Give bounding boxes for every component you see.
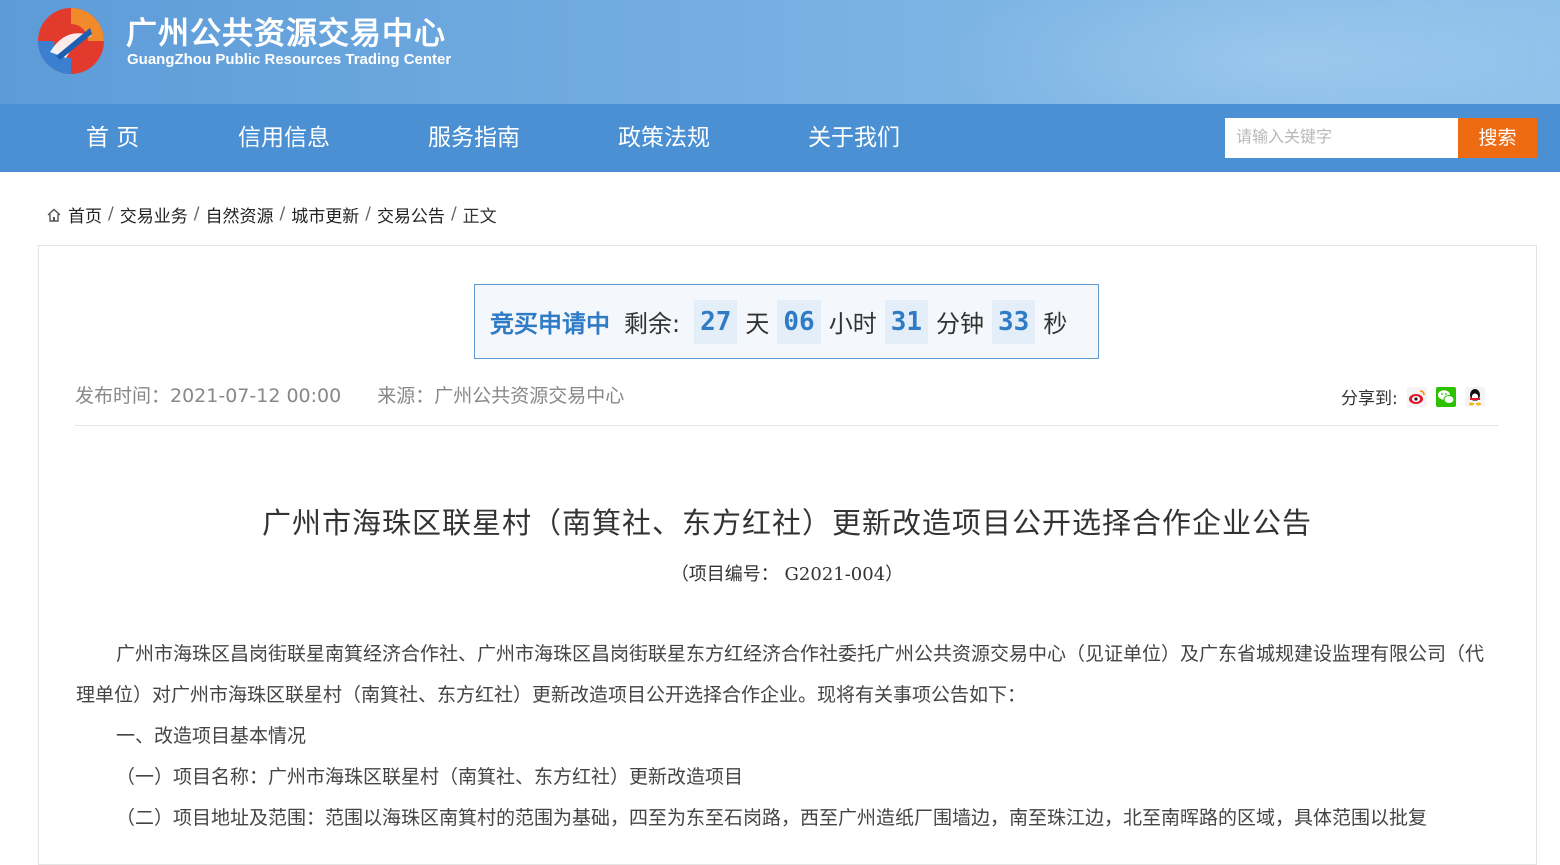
nav-item-home[interactable]: 首 页 bbox=[86, 104, 139, 172]
breadcrumb-urban-renewal[interactable]: 城市更新 bbox=[291, 202, 359, 227]
countdown-days-unit: 天 bbox=[745, 310, 770, 338]
nav-item-about[interactable]: 关于我们 bbox=[808, 104, 900, 172]
site-subtitle: GuangZhou Public Resources Trading Cente… bbox=[127, 51, 452, 68]
breadcrumb-separator: / bbox=[108, 204, 114, 224]
article-source: 来源：广州公共资源交易中心 bbox=[377, 385, 625, 407]
qq-icon[interactable] bbox=[1464, 386, 1485, 407]
project-address-item: （二）项目地址及范围：范围以海珠区南箕村的范围为基础，四至为东至石岗路，西至广州… bbox=[116, 807, 1428, 829]
site-title: 广州公共资源交易中心 bbox=[126, 16, 446, 52]
header-banner: 广州公共资源交易中心 GuangZhou Public Resources Tr… bbox=[0, 0, 1560, 104]
search-input[interactable] bbox=[1225, 118, 1458, 158]
countdown-hours-unit: 小时 bbox=[828, 310, 877, 338]
article-title: 广州市海珠区联星村（南箕社、东方红社）更新改造项目公开选择合作企业公告 bbox=[261, 506, 1312, 540]
breadcrumb-trading[interactable]: 交易业务 bbox=[120, 202, 188, 227]
nav-item-policy[interactable]: 政策法规 bbox=[618, 104, 710, 172]
breadcrumb-separator: / bbox=[279, 204, 286, 224]
intro-paragraph: 广州市海珠区昌岗街联星南箕经济合作社、广州市海珠区昌岗街联星东方红经济合作社委托… bbox=[76, 643, 1485, 706]
main-nav: 首 页 信用信息 服务指南 政策法规 关于我们 搜索 bbox=[0, 104, 1560, 172]
breadcrumb-separator: / bbox=[365, 204, 371, 224]
meta-divider bbox=[75, 425, 1499, 426]
nav-item-service-guide[interactable]: 服务指南 bbox=[428, 104, 520, 172]
countdown-remaining-label: 剩余: bbox=[624, 310, 681, 338]
home-icon bbox=[47, 208, 61, 222]
article-meta: 发布时间：2021-07-12 00:00 来源：广州公共资源交易中心 bbox=[75, 381, 654, 408]
countdown-seconds: 33 bbox=[992, 299, 1036, 344]
breadcrumb-natural-resources[interactable]: 自然资源 bbox=[205, 202, 273, 227]
breadcrumb-current: 正文 bbox=[462, 206, 497, 227]
breadcrumb-announcements[interactable]: 交易公告 bbox=[377, 202, 445, 227]
countdown-status: 竞买申请中 bbox=[490, 310, 610, 338]
breadcrumb-home[interactable]: 首页 bbox=[68, 202, 102, 227]
logo-icon[interactable] bbox=[36, 6, 106, 76]
publish-time: 发布时间：2021-07-12 00:00 bbox=[75, 385, 342, 407]
project-name-item: （一）项目名称：广州市海珠区联星村（南箕社、东方红社）更新改造项目 bbox=[116, 766, 744, 788]
countdown-panel: 竞买申请中 剩余: 27 天 06 小时 31 分钟 33 秒 bbox=[474, 284, 1099, 359]
share-bar: 分享到: bbox=[1341, 384, 1485, 409]
countdown-hours: 06 bbox=[777, 299, 821, 344]
wechat-icon[interactable] bbox=[1435, 386, 1456, 407]
countdown-seconds-unit: 秒 bbox=[1043, 310, 1068, 338]
breadcrumb-separator: / bbox=[193, 204, 200, 224]
search-button[interactable]: 搜索 bbox=[1458, 118, 1537, 158]
countdown-minutes-unit: 分钟 bbox=[936, 310, 985, 338]
section-heading: 一、改造项目基本情况 bbox=[116, 725, 307, 747]
breadcrumb-separator: / bbox=[450, 204, 457, 224]
breadcrumb: 首页 / 交易业务 / 自然资源 / 城市更新 / 交易公告 / 正文 bbox=[46, 201, 497, 227]
share-label: 分享到: bbox=[1341, 389, 1398, 409]
countdown-minutes: 31 bbox=[884, 299, 929, 344]
nav-item-credit[interactable]: 信用信息 bbox=[238, 104, 330, 172]
article-body: 广州市海珠区昌岗街联星南箕经济合作社、广州市海珠区昌岗街联星东方红经济合作社委托… bbox=[76, 634, 1500, 839]
weibo-icon[interactable] bbox=[1406, 386, 1427, 407]
project-number: （项目编号： G2021-004） bbox=[670, 564, 904, 585]
countdown-days: 27 bbox=[694, 299, 738, 344]
